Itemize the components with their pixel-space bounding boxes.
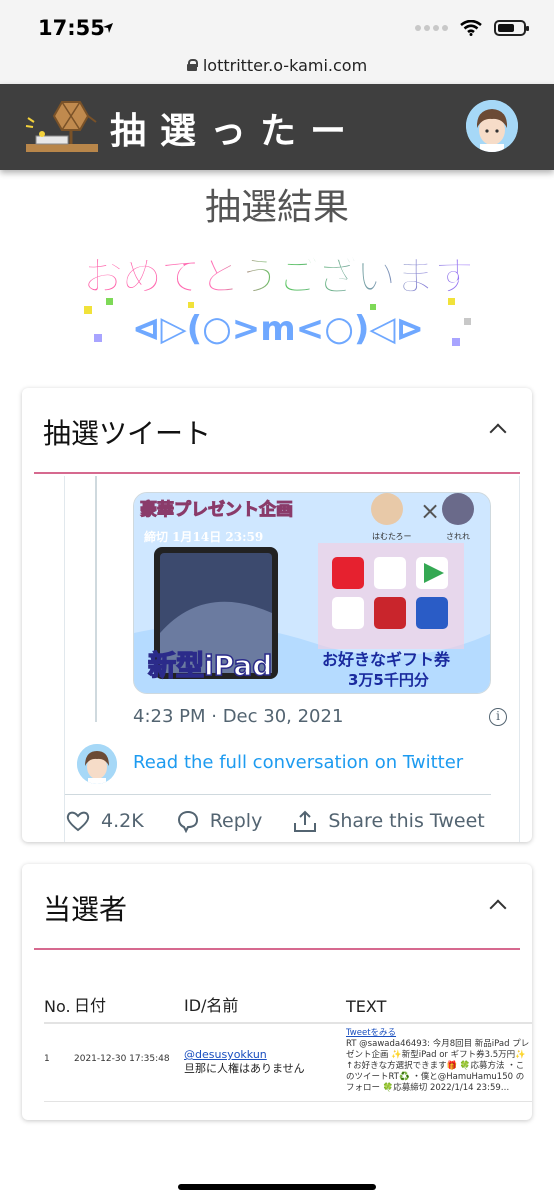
share-label: Share this Tweet bbox=[328, 810, 485, 832]
signal-icon bbox=[415, 25, 448, 31]
row-user: @desusyokkun 旦那に人権はありません bbox=[184, 1028, 346, 1097]
reply-icon bbox=[177, 810, 198, 833]
heart-icon bbox=[66, 811, 90, 832]
chevron-up-icon[interactable] bbox=[489, 899, 507, 917]
user-id-link[interactable]: @desusyokkun bbox=[184, 1048, 346, 1062]
image-product: 新型iPad bbox=[148, 649, 272, 682]
tweet-card: 抽選ツイート × 豪華プレゼント企画 締切 1月14日 23:59 はむたろー … bbox=[22, 388, 532, 842]
page-title: 抽選結果 bbox=[204, 187, 349, 228]
tweet-divider bbox=[65, 794, 491, 795]
view-tweet-link[interactable]: Tweetをみる bbox=[346, 1028, 532, 1039]
row-text: Tweetをみる RT @sawada46493: 今月8回目 新品iPad プ… bbox=[346, 1028, 532, 1097]
table-header: No. 日付 ID/名前 TEXT bbox=[44, 992, 532, 1024]
like-button[interactable]: 4.2K bbox=[65, 809, 144, 833]
header-text: TEXT bbox=[346, 997, 387, 1016]
lock-icon bbox=[186, 59, 198, 71]
row-date: 2021-12-30 17:35:48 bbox=[74, 1054, 170, 1064]
read-full-conversation-link[interactable]: Read the full conversation on Twitter bbox=[133, 752, 463, 773]
row-no: 1 bbox=[44, 1054, 50, 1064]
chevron-up-icon[interactable] bbox=[489, 423, 507, 441]
status-time: 17:55 bbox=[38, 16, 105, 40]
winners-table: No. 日付 ID/名前 TEXT 1 2021-12-30 17:35:48 … bbox=[44, 992, 532, 1102]
user-name: 旦那に人権はありません bbox=[184, 1062, 305, 1075]
wifi-icon bbox=[460, 20, 482, 36]
reply-button[interactable]: Reply bbox=[174, 809, 263, 833]
tweet-timestamp[interactable]: 4:23 PM · Dec 30, 2021 bbox=[133, 706, 343, 727]
tweet-author-avatar[interactable] bbox=[77, 744, 117, 784]
image-banner: 豪華プレゼント企画 bbox=[140, 499, 293, 520]
header-no: No. bbox=[44, 997, 71, 1016]
svg-text:×: × bbox=[420, 497, 440, 525]
share-icon bbox=[294, 810, 317, 832]
thread-line bbox=[95, 476, 97, 722]
like-count: 4.2K bbox=[101, 810, 144, 832]
embedded-tweet: × 豪華プレゼント企画 締切 1月14日 23:59 はむたろー されれ 新型i… bbox=[64, 476, 520, 842]
site-header: 抽選ったー bbox=[0, 84, 554, 170]
tweet-actions: 4.2K Reply Share this Tweet bbox=[65, 798, 521, 842]
info-icon[interactable]: i bbox=[489, 708, 507, 726]
image-gift-line2: 3万5千円分 bbox=[348, 671, 429, 689]
image-gift-line1: お好きなギフト券 bbox=[322, 650, 451, 669]
image-name-right: されれ bbox=[446, 532, 470, 541]
user-avatar[interactable] bbox=[466, 100, 518, 152]
winners-card-header[interactable]: 当選者 bbox=[34, 864, 520, 950]
tweet-card-title: 抽選ツイート bbox=[43, 417, 212, 450]
site-title[interactable]: 抽選ったー bbox=[110, 102, 360, 154]
congrats-emoticon: ⊲▷(○>m<○)◁⊳ bbox=[132, 309, 424, 349]
location-arrow-icon bbox=[103, 23, 113, 33]
reply-label: Reply bbox=[209, 810, 263, 832]
image-name-left: はむたろー bbox=[372, 532, 412, 541]
lottery-drum-icon[interactable] bbox=[22, 96, 102, 158]
url-text[interactable]: lottritter.o-kami.com bbox=[203, 56, 367, 75]
table-row: 1 2021-12-30 17:35:48 @desusyokkun 旦那に人権… bbox=[44, 1024, 532, 1102]
header-date: 日付 bbox=[74, 996, 107, 1015]
address-bar[interactable]: lottritter.o-kami.com bbox=[0, 46, 554, 84]
congrats-text: おめでとうございます bbox=[83, 254, 473, 300]
tweet-text: RT @sawada46493: 今月8回目 新品iPad プレゼント企画 ✨新… bbox=[346, 1039, 530, 1093]
tweet-card-header[interactable]: 抽選ツイート bbox=[34, 388, 520, 474]
tweet-image[interactable]: × 豪華プレゼント企画 締切 1月14日 23:59 はむたろー されれ 新型i… bbox=[133, 492, 491, 694]
image-deadline: 締切 1月14日 23:59 bbox=[144, 529, 263, 544]
winners-card-title: 当選者 bbox=[43, 893, 128, 926]
header-id: ID/名前 bbox=[184, 996, 239, 1015]
winners-card: 当選者 No. 日付 ID/名前 TEXT 1 2021-12-30 17:35… bbox=[22, 864, 532, 1120]
battery-icon bbox=[494, 20, 529, 36]
home-indicator bbox=[178, 1184, 376, 1190]
share-button[interactable]: Share this Tweet bbox=[292, 809, 485, 833]
congratulations-banner: おめでとうございます ⊲▷(○>m<○)◁⊳ bbox=[83, 254, 475, 350]
